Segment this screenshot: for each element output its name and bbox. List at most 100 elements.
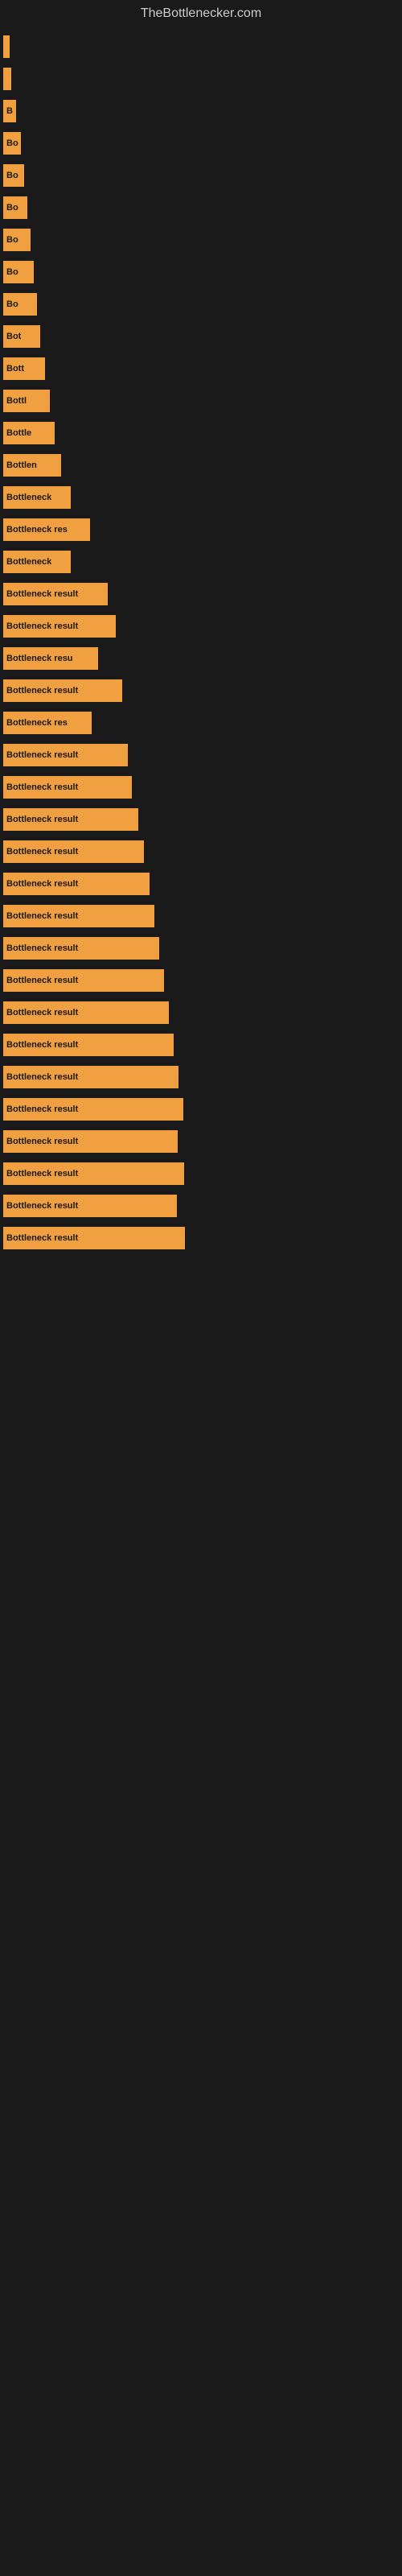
result-bar: Bo [3, 132, 21, 155]
bar-label: Bottleneck result [6, 1201, 78, 1211]
bar-label: Bottleneck result [6, 943, 78, 953]
bar-row: Bo [0, 132, 402, 155]
result-bar: Bottleneck result [3, 937, 159, 960]
bar-label: Bottleneck result [6, 976, 78, 985]
bar-row: Bo [0, 164, 402, 187]
result-bar: Bo [3, 261, 34, 283]
result-bar: Bottleneck result [3, 1034, 174, 1056]
bar-row: Bottleneck [0, 486, 402, 509]
bar-row: Bottle [0, 422, 402, 444]
bar-row: Bot [0, 325, 402, 348]
bar-label: Bottleneck result [6, 1169, 78, 1179]
bar-label: Bottleneck result [6, 1104, 78, 1114]
result-bar: Bottleneck result [3, 905, 154, 927]
bar-row: Bottleneck resu [0, 647, 402, 670]
result-bar: Bott [3, 357, 45, 380]
bar-label: Bo [6, 203, 18, 213]
result-bar: Bottleneck result [3, 808, 138, 831]
bar-row: Bottleneck res [0, 712, 402, 734]
result-bar: Bottl [3, 390, 50, 412]
result-bar: Bottle [3, 422, 55, 444]
bar-row: Bo [0, 293, 402, 316]
bar-row: Bottleneck result [0, 1001, 402, 1024]
bars-container: B Bo Bo Bo Bo Bo Bo Bot Bott Bottl Bottle Bottlen Bo… [0, 27, 402, 1267]
result-bar: Bot [3, 325, 40, 348]
bar-label: Bottleneck res [6, 718, 68, 728]
bar-label: Bottleneck result [6, 1137, 78, 1146]
bar-row: Bottleneck result [0, 679, 402, 702]
result-bar: Bottleneck res [3, 518, 90, 541]
bar-label: Bottleneck result [6, 589, 78, 599]
bar-label: Bo [6, 267, 18, 277]
bar-row: Bottleneck result [0, 905, 402, 927]
bar-row: Bottlen [0, 454, 402, 477]
bar-row: Bott [0, 357, 402, 380]
result-bar: Bo [3, 164, 24, 187]
bar-row: Bottleneck [0, 551, 402, 573]
result-bar: Bottleneck result [3, 744, 128, 766]
bar-row: Bottleneck result [0, 1130, 402, 1153]
result-bar: Bottleneck resu [3, 647, 98, 670]
result-bar: Bottleneck result [3, 583, 108, 605]
bar-label: B [6, 106, 13, 116]
bar-label: Bott [6, 364, 24, 374]
result-bar: Bottleneck result [3, 840, 144, 863]
bar-label: Bottleneck [6, 557, 51, 567]
bar-label: Bottleneck result [6, 1040, 78, 1050]
result-bar [3, 68, 11, 90]
bar-row: Bottleneck result [0, 1034, 402, 1056]
bar-label: Bottleneck result [6, 750, 78, 760]
bar-label: Bottleneck resu [6, 654, 73, 663]
result-bar: Bottleneck result [3, 1098, 183, 1121]
bar-label: Bot [6, 332, 21, 341]
bar-row: Bottleneck result [0, 1066, 402, 1088]
bar-label: Bottleneck result [6, 815, 78, 824]
result-bar: Bottleneck result [3, 873, 150, 895]
bar-row: B [0, 100, 402, 122]
bar-label: Bottleneck result [6, 686, 78, 696]
result-bar: Bottleneck result [3, 615, 116, 638]
result-bar: Bottleneck result [3, 776, 132, 799]
bar-label: Bottleneck result [6, 1008, 78, 1018]
bar-row [0, 35, 402, 58]
bar-row: Bottleneck result [0, 937, 402, 960]
bar-row: Bottl [0, 390, 402, 412]
bar-row [0, 68, 402, 90]
bar-row: Bo [0, 229, 402, 251]
bar-row: Bottleneck result [0, 615, 402, 638]
bar-row: Bottleneck result [0, 840, 402, 863]
bar-label: Bottleneck result [6, 1072, 78, 1082]
bar-row: Bottleneck result [0, 969, 402, 992]
result-bar: Bottleneck result [3, 1066, 178, 1088]
bar-row: Bottleneck result [0, 744, 402, 766]
bar-label: Bottleneck [6, 493, 51, 502]
bar-row: Bottleneck result [0, 583, 402, 605]
bar-row: Bottleneck result [0, 808, 402, 831]
result-bar: B [3, 100, 16, 122]
result-bar: Bottleneck result [3, 1195, 177, 1217]
bar-label: Bo [6, 171, 18, 180]
result-bar: Bo [3, 293, 37, 316]
bar-row: Bottleneck result [0, 1195, 402, 1217]
bar-label: Bottle [6, 428, 31, 438]
result-bar: Bottleneck [3, 551, 71, 573]
bar-label: Bottlen [6, 460, 37, 470]
bar-label: Bottleneck result [6, 621, 78, 631]
result-bar: Bottleneck result [3, 1162, 184, 1185]
result-bar: Bo [3, 229, 31, 251]
bar-label: Bottleneck res [6, 525, 68, 535]
result-bar: Bottleneck [3, 486, 71, 509]
result-bar: Bottleneck res [3, 712, 92, 734]
result-bar: Bottleneck result [3, 679, 122, 702]
bar-row: Bottleneck result [0, 1098, 402, 1121]
bar-label: Bottleneck result [6, 911, 78, 921]
bar-row: Bottleneck result [0, 1227, 402, 1249]
bar-row: Bottleneck result [0, 1162, 402, 1185]
bar-row: Bottleneck result [0, 776, 402, 799]
title-text: TheBottlenecker.com [141, 6, 261, 20]
bar-label: Bo [6, 138, 18, 148]
result-bar: Bottlen [3, 454, 61, 477]
result-bar [3, 35, 10, 58]
bar-label: Bottleneck result [6, 782, 78, 792]
result-bar: Bottleneck result [3, 1130, 178, 1153]
